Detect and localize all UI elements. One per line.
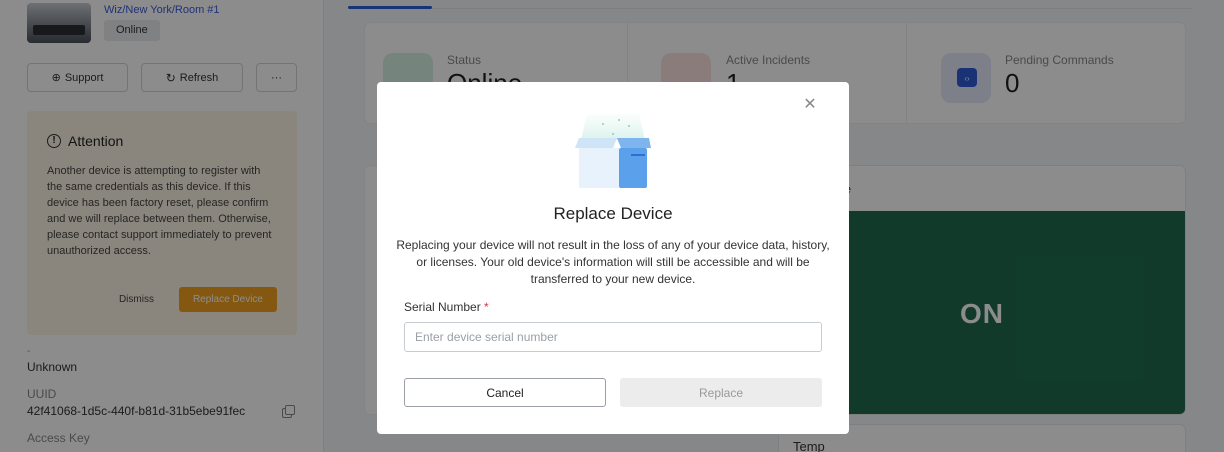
required-marker: * [484,300,489,314]
serial-label-text: Serial Number [404,300,481,314]
cancel-button[interactable]: Cancel [404,378,606,407]
modal-title: Replace Device [553,204,673,223]
modal-description: Replacing your device will not result in… [396,238,830,286]
serial-number-input[interactable] [404,322,822,352]
serial-number-label: Serial Number * [404,300,489,314]
close-icon[interactable]: ✕ [803,97,817,113]
box-illustration [575,114,651,188]
replace-button[interactable]: Replace [620,378,822,407]
replace-device-modal: ✕ Replace Device Replacing your device w… [377,82,849,434]
